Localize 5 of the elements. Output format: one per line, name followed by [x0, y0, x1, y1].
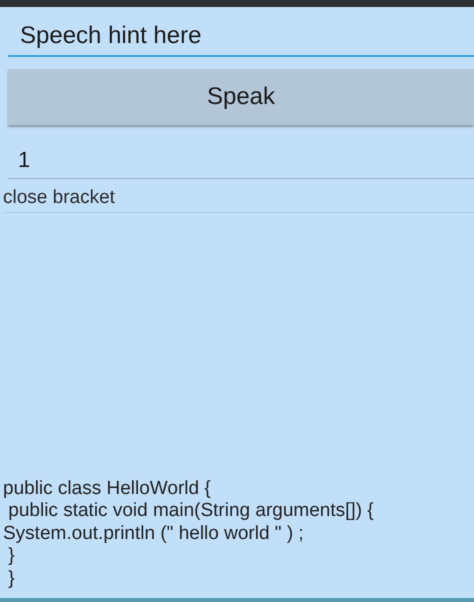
number-input-field[interactable]: 1: [8, 141, 474, 179]
recognized-text: close bracket: [3, 187, 474, 213]
code-text: public class HelloWorld { public static void main(String arguments[]) { System.out.println (" hello world " ) ; } }: [3, 478, 375, 590]
speak-button[interactable]: Speak: [8, 69, 474, 125]
speech-input-field[interactable]: Speech hint here: [8, 17, 474, 57]
